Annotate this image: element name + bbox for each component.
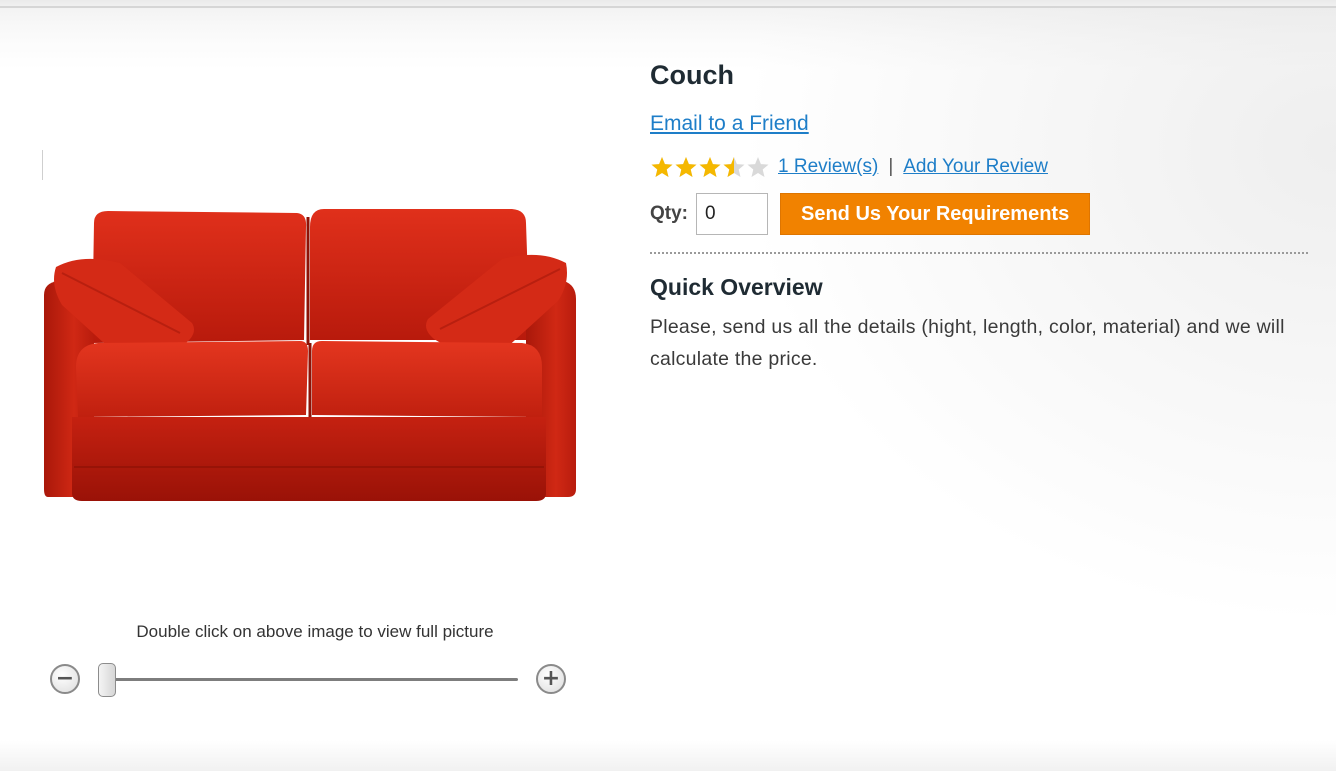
qty-label: Qty: (650, 203, 688, 224)
zoom-out-button[interactable]: − (50, 664, 80, 694)
product-image[interactable] (42, 205, 578, 505)
zoom-slider[interactable]: − + (46, 660, 576, 700)
zoom-in-button[interactable]: + (536, 664, 566, 694)
ratings-separator: | (888, 156, 894, 177)
star-icon (675, 157, 697, 177)
zoom-hint-text: Double click on above image to view full… (136, 622, 494, 641)
star-icon (651, 157, 673, 177)
bottom-shade (0, 740, 1336, 771)
qty-row: Qty: Send Us Your Requirements (650, 192, 1310, 236)
email-to-friend-link[interactable]: Email to a Friend (650, 112, 809, 136)
ratings-row: 1 Review(s) | Add Your Review (650, 152, 1310, 182)
plus-icon: + (541, 666, 561, 691)
product-image-box: Double click on above image to view full… (30, 140, 590, 720)
rating-stars (650, 156, 770, 178)
star-icon (747, 157, 769, 177)
star-icon (723, 157, 745, 177)
star-icon (699, 157, 721, 177)
zoom-track[interactable] (108, 678, 518, 681)
send-requirements-button[interactable]: Send Us Your Requirements (780, 193, 1091, 235)
reviews-link[interactable]: 1 Review(s) (778, 156, 878, 178)
dotted-divider (650, 252, 1308, 254)
quick-overview-text: Please, send us all the details (hight, … (650, 316, 1285, 370)
image-edge-mark (42, 150, 43, 180)
zoom-handle[interactable] (98, 663, 116, 697)
product-info: Couch Email to a Friend 1 Review(s) | Ad… (650, 60, 1310, 375)
product-name: Couch (650, 60, 734, 90)
minus-icon: − (55, 666, 75, 691)
qty-input[interactable] (696, 193, 768, 235)
add-review-link[interactable]: Add Your Review (903, 156, 1048, 178)
quick-overview-title: Quick Overview (650, 274, 823, 300)
